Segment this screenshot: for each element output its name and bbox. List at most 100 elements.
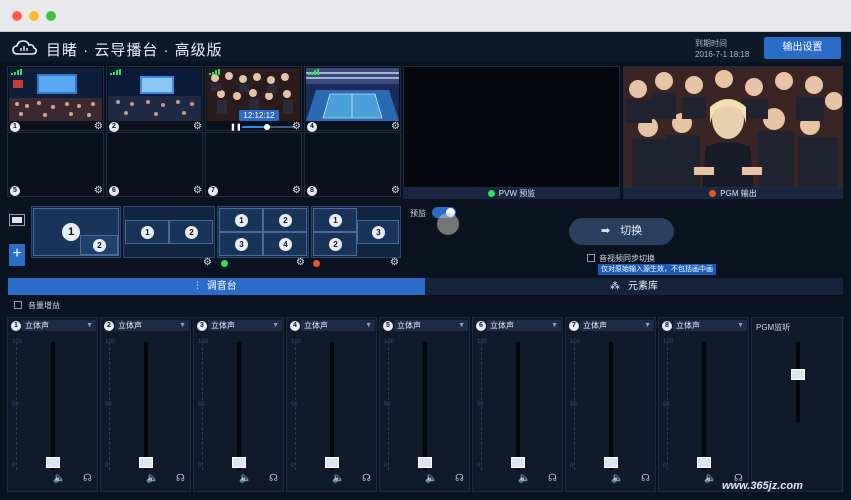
volume-fader-knob[interactable] <box>46 457 60 468</box>
output-settings-button[interactable]: 输出设置 <box>764 37 841 59</box>
pgm-monitor[interactable] <box>623 66 843 188</box>
speaker-icon[interactable]: 🔈 <box>425 473 437 484</box>
channel-mode-select[interactable]: 立体声 ▼ <box>22 320 96 331</box>
gear-icon[interactable]: ⚙ <box>292 122 301 132</box>
single-screen-icon[interactable] <box>9 214 25 226</box>
switch-button[interactable]: ➡ 切换 <box>569 218 674 245</box>
speaker-icon[interactable]: 🔈 <box>704 473 716 484</box>
speaker-icon[interactable]: 🔈 <box>239 473 251 484</box>
scale-top: 100 <box>198 339 209 345</box>
scale-top: 100 <box>291 339 302 345</box>
layout-slot-number: 1 <box>141 226 154 239</box>
volume-fader-knob[interactable] <box>604 457 618 468</box>
app-title: 目睹 · 云导播台 · 高级版 <box>46 42 223 59</box>
volume-fader-knob[interactable] <box>697 457 711 468</box>
source-cell-3[interactable]: 12:12:12 ❚❚ 3 ⚙ <box>205 66 302 132</box>
close-window-button[interactable] <box>12 11 22 21</box>
minimize-window-button[interactable] <box>29 11 39 21</box>
pvw-monitor[interactable] <box>403 66 620 188</box>
tab-mixer[interactable]: ⫶ 调音台 <box>8 278 425 295</box>
tab-elements[interactable]: ⁂ 元素库 <box>425 278 843 295</box>
gear-icon[interactable]: ⚙ <box>94 186 103 196</box>
source-cell-7[interactable]: 7 ⚙ <box>205 132 302 197</box>
maximize-window-button[interactable] <box>46 11 56 21</box>
volume-fader-knob[interactable] <box>418 457 432 468</box>
headphones-icon[interactable]: ☊ <box>362 473 371 484</box>
scale-guide <box>481 342 482 470</box>
speaker-icon[interactable]: 🔈 <box>611 473 623 484</box>
gear-icon[interactable]: ⚙ <box>94 122 103 132</box>
layout-split2[interactable]: 1 2 <box>123 206 215 258</box>
volume-fader-knob[interactable] <box>325 457 339 468</box>
pgm-monitor-track[interactable] <box>796 342 800 422</box>
playback-handle[interactable] <box>264 124 270 130</box>
mixer-channel-3: 3 立体声 ▼ 100 50 0 🔈 ☊ <box>193 317 284 492</box>
sync-switch-checkbox[interactable] <box>587 254 595 262</box>
channel-mode-select[interactable]: 立体声 ▼ <box>394 320 468 331</box>
headphones-icon[interactable]: ☊ <box>269 473 278 484</box>
channel-mode-select[interactable]: 立体声 ▼ <box>208 320 282 331</box>
source-cell-2[interactable]: 2 ⚙ <box>106 66 203 132</box>
volume-fader-track[interactable] <box>609 342 613 470</box>
scale-bottom: 0 <box>477 463 481 469</box>
volume-fader-knob[interactable] <box>232 457 246 468</box>
source-number: 1 <box>10 122 20 132</box>
layout-tri[interactable]: 1 2 3 <box>311 206 401 258</box>
source-cell-8[interactable]: 8 ⚙ <box>304 132 401 197</box>
gear-icon[interactable]: ⚙ <box>292 186 301 196</box>
sync-tooltip: 仅对原始输入源生效，不包括画中画 <box>598 264 716 275</box>
gear-icon[interactable]: ⚙ <box>193 122 202 132</box>
gear-icon[interactable]: ⚙ <box>390 258 399 268</box>
gear-icon[interactable]: ⚙ <box>296 258 305 268</box>
speaker-icon[interactable]: 🔈 <box>518 473 530 484</box>
layout-slot-number: 3 <box>372 226 385 239</box>
chevron-down-icon: ▼ <box>737 322 744 329</box>
headphones-icon[interactable]: ☊ <box>176 473 185 484</box>
headphones-icon[interactable]: ☊ <box>641 473 650 484</box>
channel-mode-select[interactable]: 立体声 ▼ <box>487 320 561 331</box>
source-number: 2 <box>109 122 119 132</box>
volume-fader-knob[interactable] <box>139 457 153 468</box>
pgm-monitor-knob[interactable] <box>791 369 805 380</box>
timecode-tooltip: 12:12:12 <box>239 110 279 121</box>
gear-icon[interactable]: ⚙ <box>203 258 212 268</box>
elements-icon: ⁂ <box>610 281 620 292</box>
scale-guide <box>295 342 296 470</box>
layout-quad[interactable]: 1 2 3 4 <box>217 206 309 258</box>
volume-fader-track[interactable] <box>51 342 55 470</box>
volume-fader-track[interactable] <box>702 342 706 470</box>
headphones-icon[interactable]: ☊ <box>548 473 557 484</box>
channel-mode-select[interactable]: 立体声 ▼ <box>580 320 654 331</box>
volume-fader-knob[interactable] <box>511 457 525 468</box>
pvw-indicator-icon <box>221 260 228 267</box>
headphones-icon[interactable]: ☊ <box>83 473 92 484</box>
gear-icon[interactable]: ⚙ <box>391 122 400 132</box>
scale-top: 100 <box>12 339 23 345</box>
volume-fader-track[interactable] <box>423 342 427 470</box>
source-cell-4[interactable]: 4 ⚙ <box>304 66 401 132</box>
channel-mode-select[interactable]: 立体声 ▼ <box>301 320 375 331</box>
volume-fader-track[interactable] <box>330 342 334 470</box>
headphones-icon[interactable]: ☊ <box>455 473 464 484</box>
channel-mode-select[interactable]: 立体声 ▼ <box>115 320 189 331</box>
scale-top: 100 <box>477 339 488 345</box>
source-cell-5[interactable]: 5 ⚙ <box>7 132 104 197</box>
layout-pip[interactable]: 1 2 <box>31 206 121 258</box>
source-cell-6[interactable]: 6 ⚙ <box>106 132 203 197</box>
pause-icon[interactable]: ❚❚ <box>230 123 242 131</box>
gear-icon[interactable]: ⚙ <box>391 186 400 196</box>
gear-icon[interactable]: ⚙ <box>193 186 202 196</box>
gain-checkbox[interactable] <box>14 301 22 309</box>
volume-fader-track[interactable] <box>237 342 241 470</box>
speaker-icon[interactable]: 🔈 <box>146 473 158 484</box>
channel-mode-value: 立体声 <box>490 321 514 330</box>
speaker-icon[interactable]: 🔈 <box>53 473 65 484</box>
scale-bottom: 0 <box>291 463 295 469</box>
cloud-logo-icon <box>12 40 38 55</box>
add-layout-button[interactable]: + <box>9 244 25 266</box>
speaker-icon[interactable]: 🔈 <box>332 473 344 484</box>
volume-fader-track[interactable] <box>144 342 148 470</box>
volume-fader-track[interactable] <box>516 342 520 470</box>
source-cell-1[interactable]: 1 ⚙ <box>7 66 104 132</box>
channel-mode-select[interactable]: 立体声 ▼ <box>673 320 747 331</box>
